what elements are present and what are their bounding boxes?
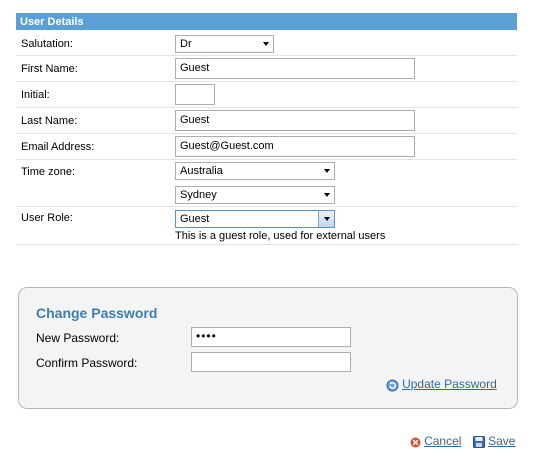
row-divider	[16, 107, 517, 108]
new-password-label: New Password:	[36, 331, 120, 345]
first-name-label: First Name:	[21, 63, 78, 75]
timezone-label: Time zone:	[21, 166, 76, 178]
floppy-disk-icon	[473, 436, 485, 449]
user-role-value: Guest	[180, 213, 210, 225]
confirm-password-input[interactable]	[191, 352, 351, 372]
row-divider	[16, 81, 517, 82]
cancel-icon	[410, 437, 421, 448]
user-role-label: User Role:	[21, 212, 73, 224]
row-divider	[16, 133, 517, 134]
new-password-input[interactable]: ••••	[191, 327, 351, 347]
row-divider	[16, 159, 517, 160]
last-name-label: Last Name:	[21, 115, 78, 127]
chevron-down-icon	[324, 169, 330, 173]
row-divider	[16, 206, 517, 207]
first-name-value: Guest	[180, 62, 210, 74]
email-input[interactable]: Guest@Guest.com	[175, 136, 415, 157]
user-role-select[interactable]: Guest	[175, 210, 335, 228]
update-password-link[interactable]: Update Password	[386, 377, 497, 392]
timezone-city-select[interactable]: Sydney	[175, 186, 335, 204]
timezone-region-value: Australia	[180, 165, 223, 177]
cancel-button[interactable]: Cancel	[410, 434, 461, 448]
refresh-icon	[386, 379, 399, 392]
timezone-city-value: Sydney	[180, 189, 217, 201]
user-role-hint: This is a guest role, used for external …	[175, 230, 386, 242]
cancel-label: Cancel	[424, 434, 462, 448]
dropdown-button[interactable]	[318, 211, 334, 227]
new-password-value: ••••	[196, 329, 217, 343]
save-button[interactable]: Save	[473, 434, 516, 449]
salutation-value: Dr	[180, 38, 192, 50]
section-header: User Details	[16, 13, 517, 30]
initial-label: Initial:	[21, 89, 50, 101]
confirm-password-label: Confirm Password:	[36, 356, 138, 370]
initial-input[interactable]	[175, 84, 215, 105]
first-name-input[interactable]: Guest	[175, 58, 415, 79]
email-label: Email Address:	[21, 141, 95, 153]
chevron-down-icon	[324, 217, 330, 221]
row-divider	[16, 244, 517, 245]
salutation-label: Salutation:	[21, 38, 73, 50]
chevron-down-icon	[263, 42, 269, 46]
chevron-down-icon	[324, 193, 330, 197]
change-password-title: Change Password	[36, 305, 158, 321]
salutation-select[interactable]: Dr	[175, 35, 274, 53]
update-password-label: Update Password	[402, 377, 497, 391]
email-value: Guest@Guest.com	[180, 140, 274, 152]
timezone-region-select[interactable]: Australia	[175, 162, 335, 180]
section-title: User Details	[20, 16, 84, 28]
last-name-value: Guest	[180, 114, 210, 126]
row-divider	[16, 55, 517, 56]
save-label: Save	[488, 434, 516, 448]
last-name-input[interactable]: Guest	[175, 110, 415, 131]
